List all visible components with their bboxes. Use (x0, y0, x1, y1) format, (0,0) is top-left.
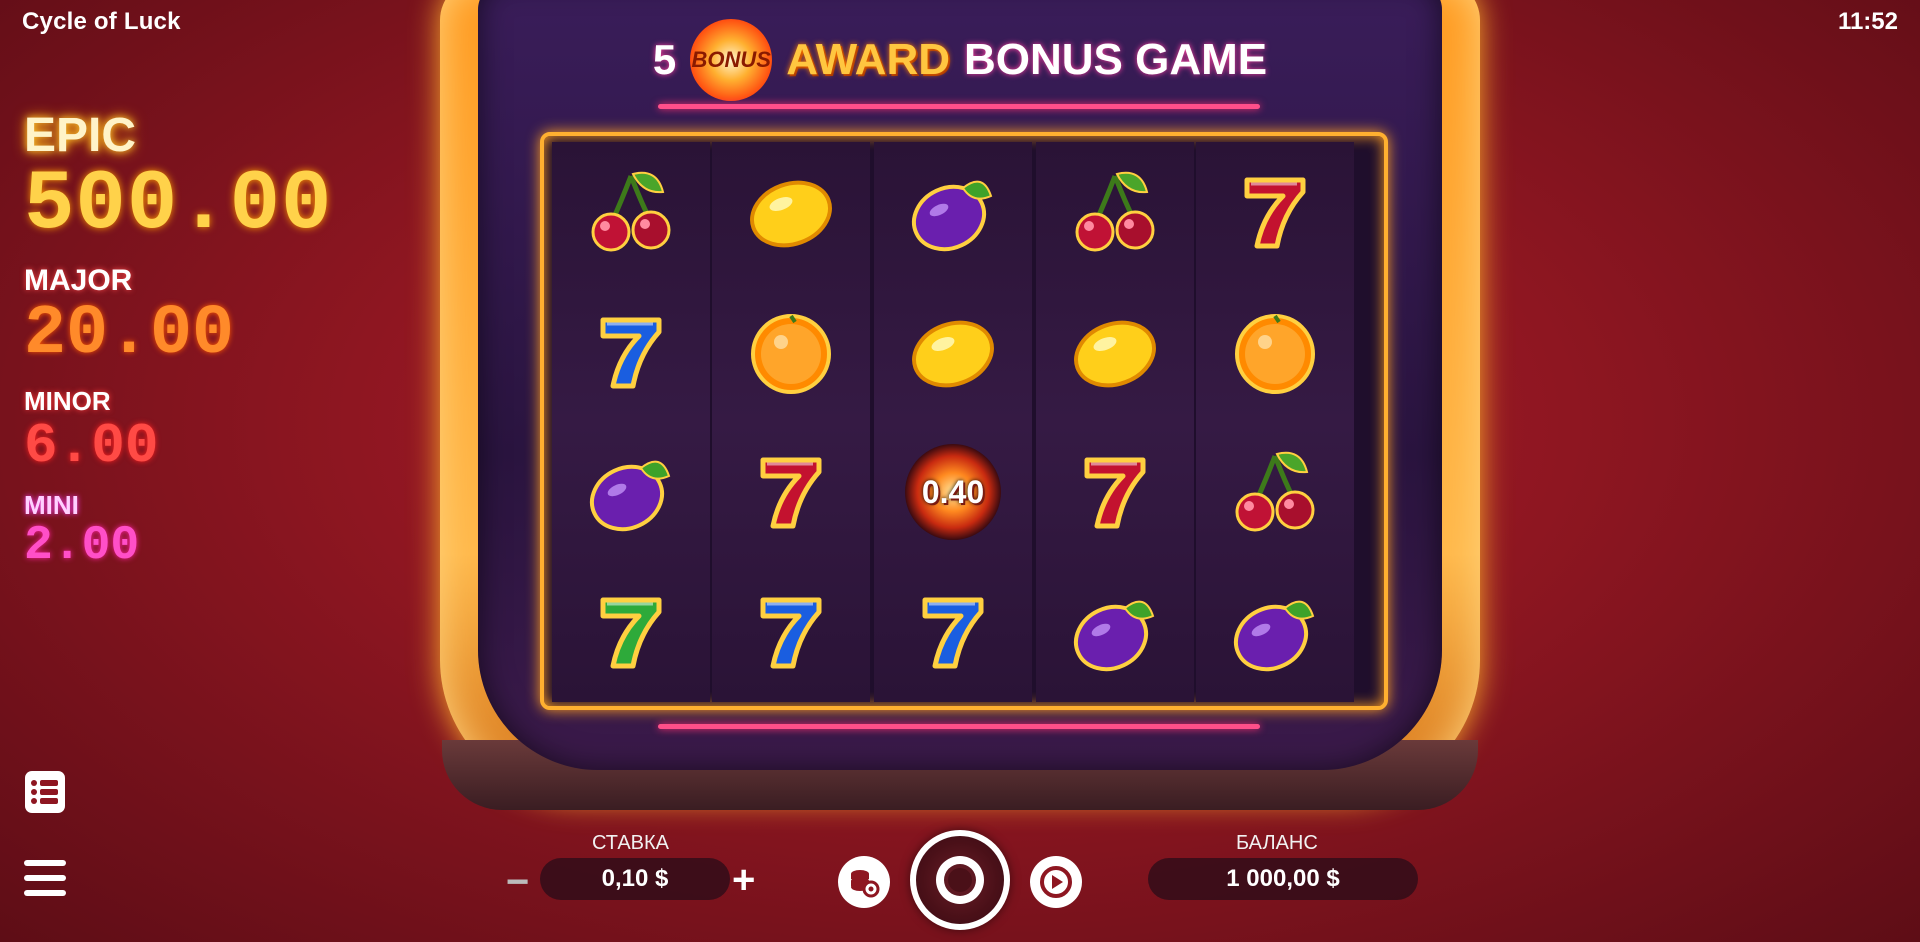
reel-4 (1036, 142, 1194, 702)
spin-icon (936, 856, 984, 904)
jackpot-mini: MINI 2.00 (24, 492, 332, 570)
symbol-lemon (712, 142, 870, 282)
coins-gear-icon (851, 870, 880, 898)
jackpot-minor-value: 6.00 (24, 414, 159, 478)
jackpot-panel: EPIC 500.00 MAJOR 20.00 MINOR 6.00 MINI … (24, 112, 332, 588)
symbol-plum (552, 422, 710, 562)
jackpot-epic: EPIC 500.00 (24, 112, 332, 248)
jackpot-epic-value: 500.00 (24, 158, 333, 253)
bonus-orb-value: 0.40 (921, 473, 985, 510)
symbol-seven-red (712, 422, 870, 562)
banner-count: 5 (652, 36, 677, 83)
menu-button[interactable] (24, 858, 66, 903)
paytable-button[interactable] (24, 770, 66, 819)
neon-line-bottom (658, 724, 1260, 729)
increase-stake-button[interactable]: + (732, 860, 755, 900)
symbol-seven-red (1196, 142, 1354, 282)
neon-line-top (658, 104, 1260, 109)
decrease-stake-button[interactable]: − (506, 862, 529, 902)
jackpot-epic-label: EPIC (24, 109, 137, 162)
bonus-orb-label: BONUS (691, 47, 771, 72)
symbol-lemon (874, 282, 1032, 422)
list-icon (25, 771, 65, 813)
jackpot-minor-label: MINOR (24, 386, 111, 416)
symbol-seven-blue (874, 562, 1032, 702)
symbol-orange (712, 282, 870, 422)
symbol-bonus-orb: 0.40 (874, 422, 1032, 562)
symbol-cherry (552, 142, 710, 282)
jackpot-minor: MINOR 6.00 (24, 388, 332, 474)
clock: 11:52 (1837, 8, 1898, 35)
stake-label: СТАВКА (592, 832, 670, 854)
jackpot-mini-value: 2.00 (24, 519, 140, 573)
symbol-seven-red (1036, 422, 1194, 562)
symbol-lemon (1036, 282, 1194, 422)
jackpot-major-value: 20.00 (24, 295, 235, 374)
symbol-cherry (1036, 142, 1194, 282)
reel-3: 0.40 (874, 142, 1032, 702)
jackpot-major: MAJOR 20.00 (24, 266, 332, 370)
balance-value: 1 000,00 $ (1148, 858, 1418, 900)
symbol-plum (874, 142, 1032, 282)
banner-award: AWARD (786, 35, 950, 84)
symbol-seven-blue (552, 282, 710, 422)
bonus-banner: 5 BONUS AWARD BONUS GAME (530, 0, 1390, 120)
reel-2 (712, 142, 870, 702)
symbol-seven-blue (712, 562, 870, 702)
reel-5 (1196, 142, 1354, 702)
spin-button[interactable] (910, 830, 1010, 930)
reels-frame: 0.40 (540, 132, 1388, 710)
stake-value: 0,10 $ (540, 858, 730, 900)
game-title: Cycle of Luck (22, 8, 181, 35)
symbol-plum (1196, 562, 1354, 702)
symbol-seven-green (552, 562, 710, 702)
balance-label: БАЛАНС (1236, 832, 1318, 854)
symbol-orange (1196, 282, 1354, 422)
jackpot-major-label: MAJOR (24, 264, 133, 297)
bonus-orb-icon: BONUS (690, 19, 773, 101)
autoplay-button[interactable] (1030, 856, 1082, 908)
symbol-plum (1036, 562, 1194, 702)
reel-1 (552, 142, 710, 702)
hamburger-icon (24, 860, 66, 896)
bet-settings-button[interactable] (838, 856, 890, 908)
banner-rest: BONUS GAME (964, 35, 1268, 84)
symbol-cherry (1196, 422, 1354, 562)
jackpot-mini-label: MINI (24, 490, 79, 520)
autoplay-icon (1040, 866, 1072, 898)
